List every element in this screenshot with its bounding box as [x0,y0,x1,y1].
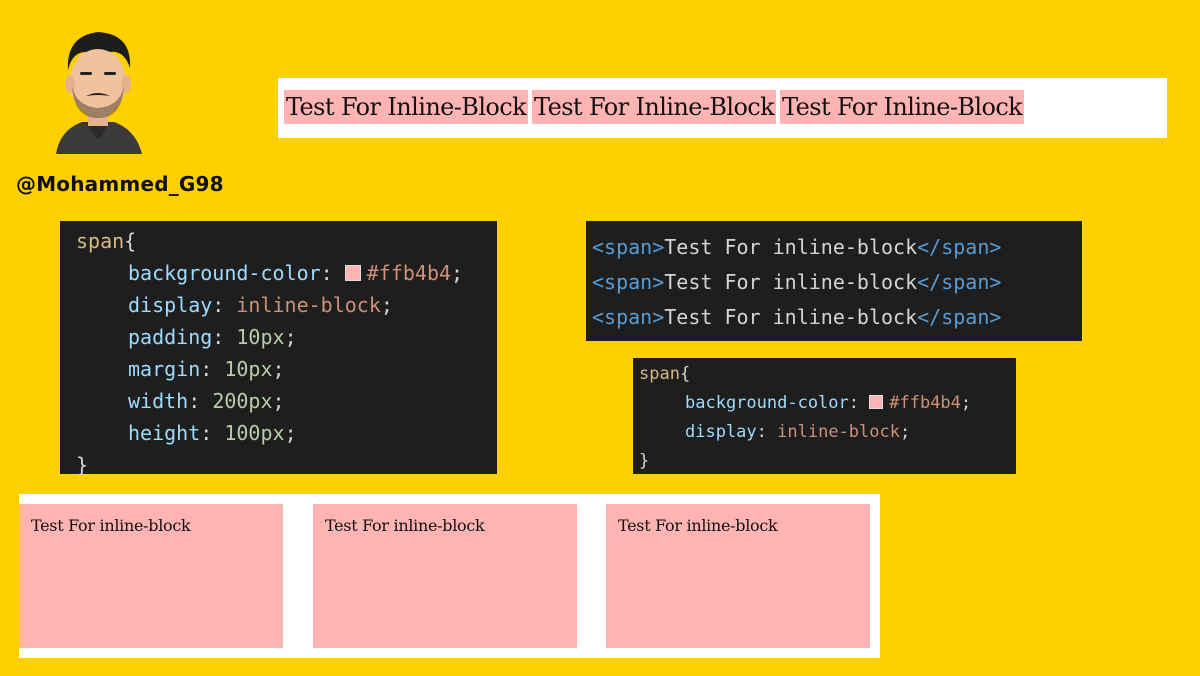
css-prop: display [685,422,757,442]
html-open-tag: <span> [592,305,665,329]
css-close-brace: } [76,453,89,477]
css-prop: display [128,293,213,317]
css-open-brace: { [679,364,691,384]
html-close-tag: </span> [917,270,1002,294]
css-inline-code-block: span{ background-color: #ffb4b4; display… [633,358,1016,474]
block-preview-item: Test For inline-block [606,504,870,648]
css-selector: span [639,364,680,384]
inline-preview-item: Test For Inline-Block [284,90,529,124]
css-prop: background-color [685,393,849,413]
color-swatch-icon [344,265,361,281]
html-open-tag: <span> [592,235,665,259]
css-prop: height [128,421,201,445]
html-open-tag: <span> [592,270,665,294]
css-value: 10px [236,325,285,349]
html-close-tag: </span> [917,235,1002,259]
color-swatch-icon [869,395,884,409]
css-prop: background-color [128,261,321,285]
inline-preview-item: Test For Inline-Block [780,90,1025,124]
css-value: 10px [224,357,273,381]
html-text: Test For inline-block [664,270,918,294]
css-value: 100px [224,421,285,445]
inline-preview: Test For Inline-Block Test For Inline-Blo… [278,78,1167,138]
css-value: inline-block [236,293,381,317]
author-handle: @Mohammed_G98 [16,172,224,196]
css-close-brace: } [639,451,650,471]
block-preview-item: Test For inline-block [313,504,577,648]
css-value: 200px [212,389,273,413]
html-code-block: <span>Test For inline-block</span> <span… [586,221,1082,341]
css-prop: margin [128,357,201,381]
css-selector: span [76,229,125,253]
block-preview: Test For inline-block Test For inline-bl… [19,494,880,658]
css-value: #ffb4b4 [889,393,961,413]
css-open-brace: { [124,229,137,253]
html-text: Test For inline-block [664,235,918,259]
css-code-block: span{ background-color: #ffb4b4; display… [60,221,497,477]
css-value: inline-block [777,422,900,442]
avatar [48,22,148,162]
css-prop: width [128,389,189,413]
css-prop: padding [128,325,213,349]
css-value: #ffb4b4 [366,261,452,285]
block-preview-item: Test For inline-block [19,504,283,648]
html-close-tag: </span> [917,305,1002,329]
html-text: Test For inline-block [664,305,918,329]
inline-preview-item: Test For Inline-Block [532,90,777,124]
